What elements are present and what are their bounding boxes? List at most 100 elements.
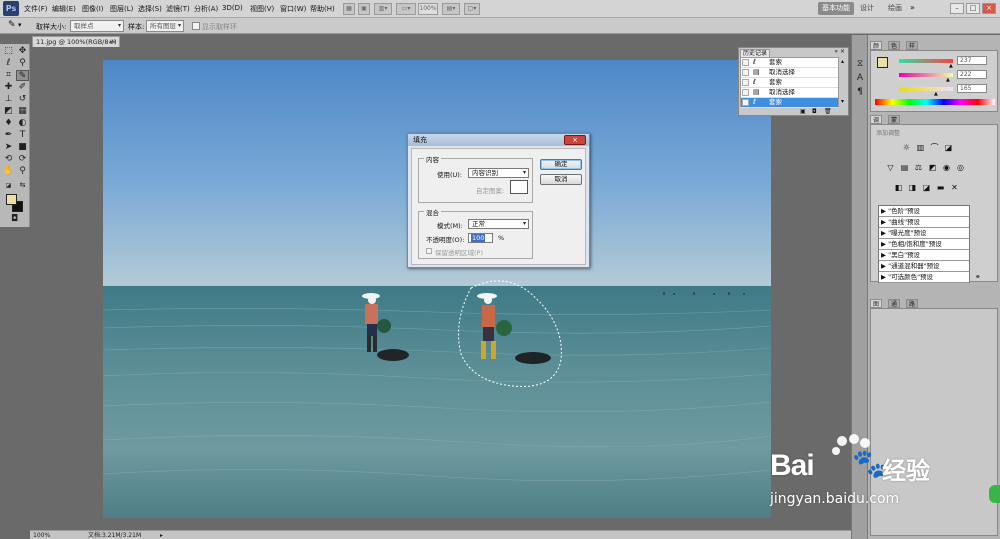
tab-styles[interactable]: 样式	[906, 41, 919, 59]
dodge-tool-icon[interactable]: ◐	[16, 118, 29, 129]
history-panel-icon[interactable]: ⧖	[855, 59, 865, 69]
path-select-tool-icon[interactable]: ➤	[2, 142, 15, 153]
new-document-from-state-icon[interactable]: ▣	[800, 108, 806, 115]
quick-mask-icon[interactable]: ◘	[8, 214, 21, 225]
menu-edit[interactable]: 编辑(E)	[52, 4, 76, 14]
selective-color-icon[interactable]: ✕	[949, 183, 960, 193]
preset-exposure[interactable]: ▶ "曝光度"预设	[879, 228, 969, 239]
eyedropper-icon[interactable]: ✎	[8, 20, 16, 30]
zoom-level[interactable]: 100%	[418, 3, 438, 15]
sample-size-select[interactable]: 取样点	[70, 20, 124, 32]
swap-colors-icon[interactable]: ⇆	[16, 180, 29, 191]
menu-help[interactable]: 帮助(H)	[310, 4, 335, 14]
sample-select[interactable]: 所有图层	[146, 20, 184, 32]
document-tab[interactable]: 11.jpg @ 100%(RGB/8#) ×	[32, 36, 120, 47]
mode-select[interactable]: 正常	[468, 219, 529, 229]
shape-tool-icon[interactable]: ■	[16, 142, 29, 153]
lasso-tool-icon[interactable]: ℓ	[2, 58, 15, 69]
zoom-tool-icon[interactable]: ⚲	[16, 166, 29, 177]
posterize-icon[interactable]: ◨	[907, 183, 918, 193]
exposure-icon[interactable]: ◪	[943, 143, 954, 153]
pen-tool-icon[interactable]: ✒	[2, 130, 15, 141]
preset-curves[interactable]: ▶ "曲线"预设	[879, 217, 969, 228]
tab-color[interactable]: 颜色	[870, 41, 883, 59]
more-workspaces-icon[interactable]: »	[910, 3, 915, 12]
blue-slider-knob[interactable]: ▲	[934, 91, 938, 97]
color-foreground-swatch[interactable]	[877, 57, 888, 68]
green-value[interactable]: 222	[957, 70, 987, 79]
workspace-design[interactable]: 设计	[856, 2, 878, 15]
history-item-active[interactable]: ℓ 套索	[741, 98, 838, 108]
history-source-checkbox[interactable]	[742, 99, 749, 106]
clip-to-layer-icon[interactable]: ⚭	[975, 273, 981, 281]
levels-icon[interactable]: ▥	[915, 143, 926, 153]
menu-select[interactable]: 选择(S)	[138, 4, 162, 14]
black-white-icon[interactable]: ◩	[927, 163, 938, 173]
tab-layers[interactable]: 图层	[870, 299, 883, 317]
history-item[interactable]: ▤ 取消选择	[741, 88, 838, 98]
zoom-dropdown[interactable]: ▭▾	[396, 3, 416, 15]
history-tab[interactable]: 历史记录	[740, 49, 771, 57]
preset-selective-color[interactable]: ▶ "可选颜色"预设	[879, 272, 969, 283]
extras-dropdown[interactable]: ▥▾	[374, 3, 392, 15]
color-spectrum-bar[interactable]	[875, 99, 995, 105]
use-select[interactable]: 内容识别	[468, 168, 529, 178]
close-document-icon[interactable]: ×	[111, 37, 117, 47]
blur-tool-icon[interactable]: ♦	[2, 118, 15, 129]
green-slider[interactable]: ▲ 222	[899, 70, 997, 83]
red-value[interactable]: 237	[957, 56, 987, 65]
hand-tool-icon[interactable]: ✋	[2, 166, 15, 177]
history-scroll-down-icon[interactable]: ▾	[841, 98, 844, 105]
cancel-button[interactable]: 取消	[540, 174, 582, 185]
history-brush-tool-icon[interactable]: ↺	[16, 94, 29, 105]
preset-black-white[interactable]: ▶ "黑白"预设	[879, 250, 969, 261]
menu-analysis[interactable]: 分析(A)	[194, 4, 218, 14]
preset-levels[interactable]: ▶ "色阶"预设	[879, 206, 969, 217]
gradient-map-icon[interactable]: ▬	[935, 183, 946, 193]
foreground-color-swatch[interactable]	[6, 194, 17, 205]
preset-hue-saturation[interactable]: ▶ "色相/饱和度"预设	[879, 239, 969, 250]
curves-icon[interactable]: ⌒	[929, 143, 940, 153]
3d-orbit-tool-icon[interactable]: ⟳	[16, 154, 29, 165]
type-tool-icon[interactable]: T	[16, 130, 29, 141]
invert-icon[interactable]: ◧	[893, 183, 904, 193]
history-scroll-up-icon[interactable]: ▴	[841, 58, 844, 65]
menu-window[interactable]: 窗口(W)	[280, 4, 306, 14]
ok-button[interactable]: 确定	[540, 159, 582, 170]
default-colors-icon[interactable]: ◪	[2, 180, 15, 191]
threshold-icon[interactable]: ◪	[921, 183, 932, 193]
red-slider-knob[interactable]: ▲	[949, 63, 953, 69]
history-source-checkbox[interactable]	[742, 69, 749, 76]
show-sampling-ring-checkbox[interactable]	[192, 22, 200, 30]
preserve-transparency-checkbox[interactable]	[426, 248, 432, 254]
minibridge-button[interactable]: ▣	[358, 3, 370, 15]
photo-filter-icon[interactable]: ◉	[941, 163, 952, 173]
history-source-checkbox[interactable]	[742, 79, 749, 86]
tab-masks[interactable]: 蒙版	[888, 115, 901, 133]
close-button[interactable]: ×	[982, 3, 996, 14]
workspace-essentials[interactable]: 基本功能	[818, 2, 854, 15]
menu-3d[interactable]: 3D(D)	[222, 4, 243, 12]
menu-view[interactable]: 视图(V)	[250, 4, 274, 14]
brush-tool-icon[interactable]: ✐	[16, 82, 29, 93]
crop-tool-icon[interactable]: ⌗	[2, 70, 15, 81]
blue-slider[interactable]: ▲ 165	[899, 84, 997, 97]
workspace-painting[interactable]: 绘画	[884, 2, 906, 15]
eraser-tool-icon[interactable]: ◩	[2, 106, 15, 117]
blue-value[interactable]: 165	[957, 84, 987, 93]
brightness-contrast-icon[interactable]: ☼	[901, 143, 912, 153]
tool-preset-dropdown-icon[interactable]: ▾	[18, 21, 22, 29]
history-panel-collapse-icon[interactable]: » ×	[834, 48, 845, 55]
menu-filter[interactable]: 滤镜(T)	[166, 4, 190, 14]
arrange-documents-button[interactable]: ▤▾	[442, 3, 460, 15]
marquee-tool-icon[interactable]: ⬚	[2, 46, 15, 57]
maximize-button[interactable]: □	[966, 3, 980, 14]
menu-image[interactable]: 图像(I)	[82, 4, 104, 14]
menu-layer[interactable]: 图层(L)	[110, 4, 133, 14]
image-canvas[interactable]	[103, 60, 771, 518]
tab-adjustments[interactable]: 调整	[870, 115, 883, 133]
opacity-input[interactable]: 100	[468, 233, 493, 243]
history-item[interactable]: ▤ 取消选择	[741, 68, 838, 78]
green-slider-knob[interactable]: ▲	[946, 77, 950, 83]
preset-channel-mixer[interactable]: ▶ "通道混和器"预设	[879, 261, 969, 272]
